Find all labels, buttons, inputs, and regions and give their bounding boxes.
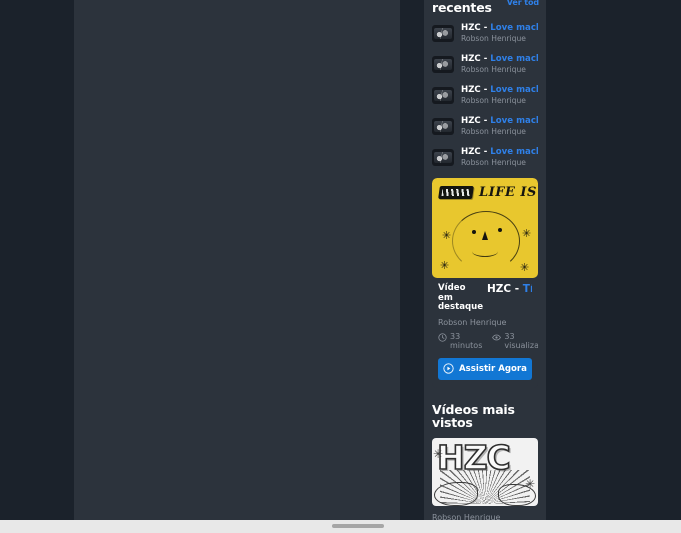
most-viewed-thumbnail-text: HZC — [436, 437, 511, 477]
graffiti-tag-icon — [438, 186, 474, 199]
video-thumbnail — [432, 149, 454, 166]
list-item[interactable]: HZC - Love machine Robson Henrique — [432, 116, 538, 137]
play-circle-icon — [443, 363, 454, 374]
recent-videos-list: HZC - Love machine Robson Henrique HZC -… — [424, 23, 546, 168]
cloud-sketch-icon — [434, 481, 478, 506]
list-item[interactable]: HZC - Love machine Robson Henrique — [432, 23, 538, 44]
featured-video-card[interactable]: LIFE IS ✳ ✳ ✳ ✳ Vídeo em destaque HZC - … — [432, 178, 538, 388]
watch-now-button[interactable]: Assistir Agora — [438, 357, 532, 380]
list-item-author: Robson Henrique — [461, 65, 526, 74]
list-item[interactable]: HZC - Love machine Robson Henrique — [432, 85, 538, 106]
video-thumbnail — [432, 87, 454, 104]
watch-now-label: Assistir Agora — [459, 363, 527, 374]
list-item-title: HZC - Love machine — [461, 116, 538, 126]
list-item-title: HZC - Love machine — [461, 23, 538, 33]
list-item-title: HZC - Love machine — [461, 54, 538, 64]
list-item-author: Robson Henrique — [461, 158, 526, 167]
face-sketch-icon — [452, 211, 520, 271]
video-thumbnail — [432, 25, 454, 42]
see-all-link[interactable]: Ver tod — [507, 0, 539, 7]
list-item[interactable]: HZC - Love machine Robson Henrique — [432, 54, 538, 75]
featured-duration: 33 minutos — [438, 332, 482, 350]
list-item-author: Robson Henrique — [461, 96, 526, 105]
list-item[interactable]: HZC - Love machine Robson Henrique — [432, 147, 538, 168]
recent-section-header: recentes Ver tod — [424, 0, 546, 14]
featured-views: 33visualizaçõ — [492, 332, 538, 350]
horizontal-scrollbar-thumb[interactable] — [332, 524, 384, 528]
list-item-title: HZC - Love machine — [461, 85, 538, 95]
list-item-author: Robson Henrique — [461, 34, 526, 43]
featured-thumbnail[interactable]: LIFE IS ✳ ✳ ✳ ✳ — [432, 178, 538, 278]
page-root: recentes Ver tod HZC - Love machine Robs… — [0, 0, 681, 520]
main-content-panel — [74, 0, 400, 520]
featured-author: Robson Henrique — [438, 317, 507, 327]
most-viewed-section-header: Vídeos mais vistos — [424, 402, 546, 429]
featured-thumbnail-text: LIFE IS — [479, 185, 537, 200]
clock-icon — [438, 332, 447, 342]
video-thumbnail — [432, 56, 454, 73]
featured-title: HZC - Títul — [487, 284, 532, 295]
list-item-author: Robson Henrique — [461, 127, 526, 136]
video-thumbnail — [432, 118, 454, 135]
most-viewed-thumbnail[interactable]: HZC ✳ ✳ — [432, 437, 538, 506]
most-viewed-author: Robson Henrique — [432, 512, 501, 521]
sidebar-panel: recentes Ver tod HZC - Love machine Robs… — [424, 0, 546, 520]
most-viewed-title: Vídeos mais vistos — [432, 401, 515, 430]
featured-badge: Vídeo em destaque — [438, 283, 484, 312]
list-item-title: HZC - Love machine — [461, 147, 538, 157]
most-viewed-card[interactable]: HZC ✳ ✳ Robson Henrique HZC - Título 33m… — [432, 437, 538, 521]
horizontal-scrollbar[interactable] — [0, 520, 681, 533]
eye-icon — [492, 334, 502, 340]
